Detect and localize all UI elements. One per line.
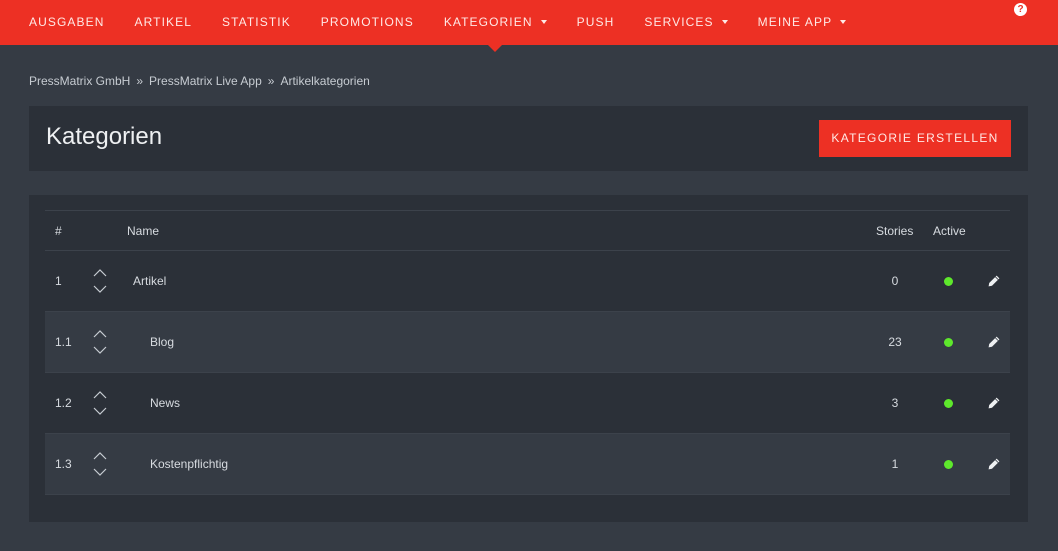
sort-controls <box>91 251 109 311</box>
nav-item-label: PUSH <box>576 15 615 29</box>
pencil-icon[interactable] <box>988 275 1000 287</box>
status-dot-icon <box>943 276 953 286</box>
breadcrumb-separator: » <box>136 74 144 88</box>
row-number: 1 <box>55 274 62 288</box>
nav-item-label: AUSGABEN <box>29 15 105 29</box>
chevron-up-icon[interactable] <box>93 452 107 460</box>
nav-item-services[interactable]: SERVICES <box>629 0 742 45</box>
top-navbar: AUSGABEN ARTIKEL STATISTIK PROMOTIONS KA… <box>0 0 1058 52</box>
pencil-icon[interactable] <box>988 458 1000 470</box>
active-status <box>942 312 954 372</box>
nav-item-meine-app[interactable]: MEINE APP <box>743 0 862 45</box>
nav-item-label: STATISTIK <box>222 15 291 29</box>
active-status <box>942 373 954 433</box>
edit-button[interactable] <box>987 373 1001 433</box>
table-row: 1.3 Kostenpflichtig 1 <box>45 434 1010 495</box>
chevron-down-icon[interactable] <box>93 468 107 476</box>
nav-item-label: SERVICES <box>644 15 714 29</box>
nav-item-label: MEINE APP <box>757 15 833 29</box>
active-status <box>942 251 954 311</box>
breadcrumb-item-company[interactable]: PressMatrix GmbH <box>29 74 130 88</box>
table-row: 1.2 News 3 <box>45 373 1010 434</box>
status-dot-icon <box>943 398 953 408</box>
page-title: Kategorien <box>46 123 163 150</box>
chevron-down-icon[interactable] <box>93 285 107 293</box>
chevron-down-icon[interactable] <box>93 407 107 415</box>
nav-item-label: KATEGORIEN <box>443 15 533 29</box>
pencil-icon[interactable] <box>988 397 1000 409</box>
sort-controls <box>91 434 109 494</box>
edit-button[interactable] <box>987 312 1001 372</box>
nav-item-ausgaben[interactable]: AUSGABEN <box>14 0 120 45</box>
create-category-button[interactable]: KATEGORIE ERSTELLEN <box>819 120 1011 157</box>
category-name: News <box>150 396 181 410</box>
caret-down-icon <box>840 20 847 24</box>
category-name: Artikel <box>133 274 167 288</box>
breadcrumb: PressMatrix GmbH » PressMatrix Live App » Ar… <box>29 74 370 88</box>
nav-item-label: PROMOTIONS <box>320 15 414 29</box>
category-name: Blog <box>150 335 175 349</box>
row-number: 1.1 <box>55 335 72 349</box>
status-dot-icon <box>943 459 953 469</box>
category-name: Kostenpflichtig <box>150 457 229 471</box>
row-number: 1.2 <box>55 396 72 410</box>
chevron-up-icon[interactable] <box>93 269 107 277</box>
edit-button[interactable] <box>987 251 1001 311</box>
table-header: # Name Stories Active <box>45 211 1010 251</box>
stories-count: 0 <box>891 274 899 288</box>
chevron-down-icon[interactable] <box>93 346 107 354</box>
edit-button[interactable] <box>987 434 1001 494</box>
table-row: 1 Artikel 0 <box>45 251 1010 312</box>
nav-item-statistik[interactable]: STATISTIK <box>207 0 306 45</box>
breadcrumb-item-app[interactable]: PressMatrix Live App <box>149 74 262 88</box>
nav-menu: AUSGABEN ARTIKEL STATISTIK PROMOTIONS KA… <box>14 0 862 52</box>
table-row: 1.1 Blog 23 <box>45 312 1010 373</box>
stories-count: 23 <box>888 335 902 349</box>
row-number: 1.3 <box>55 457 72 471</box>
column-header-active: Active <box>933 223 966 238</box>
sort-controls <box>91 373 109 433</box>
nav-item-promotions[interactable]: PROMOTIONS <box>306 0 429 45</box>
active-status <box>942 434 954 494</box>
nav-item-artikel[interactable]: ARTIKEL <box>120 0 208 45</box>
stories-count: 3 <box>891 396 899 410</box>
nav-item-label: ARTIKEL <box>134 15 192 29</box>
pencil-icon[interactable] <box>988 336 1000 348</box>
caret-down-icon <box>721 20 728 24</box>
chevron-up-icon[interactable] <box>93 330 107 338</box>
nav-item-kategorien[interactable]: KATEGORIEN <box>429 0 562 52</box>
breadcrumb-separator: » <box>267 74 275 88</box>
categories-panel: # Name Stories Active 1 Artikel 0 1.1 Bl… <box>29 195 1028 522</box>
breadcrumb-item-current: Artikelkategorien <box>280 74 370 88</box>
sort-controls <box>91 312 109 372</box>
column-header-name: Name <box>127 223 160 238</box>
stories-count: 1 <box>891 457 899 471</box>
column-header-stories: Stories <box>876 223 914 238</box>
question-circle-icon[interactable]: ? <box>1014 3 1027 16</box>
nav-item-push[interactable]: PUSH <box>562 0 630 45</box>
page-header: Kategorien KATEGORIE ERSTELLEN <box>29 106 1028 171</box>
status-dot-icon <box>943 337 953 347</box>
column-header-number: # <box>55 223 62 238</box>
caret-down-icon <box>540 20 547 24</box>
categories-table: # Name Stories Active 1 Artikel 0 1.1 Bl… <box>45 210 1010 495</box>
chevron-up-icon[interactable] <box>93 391 107 399</box>
